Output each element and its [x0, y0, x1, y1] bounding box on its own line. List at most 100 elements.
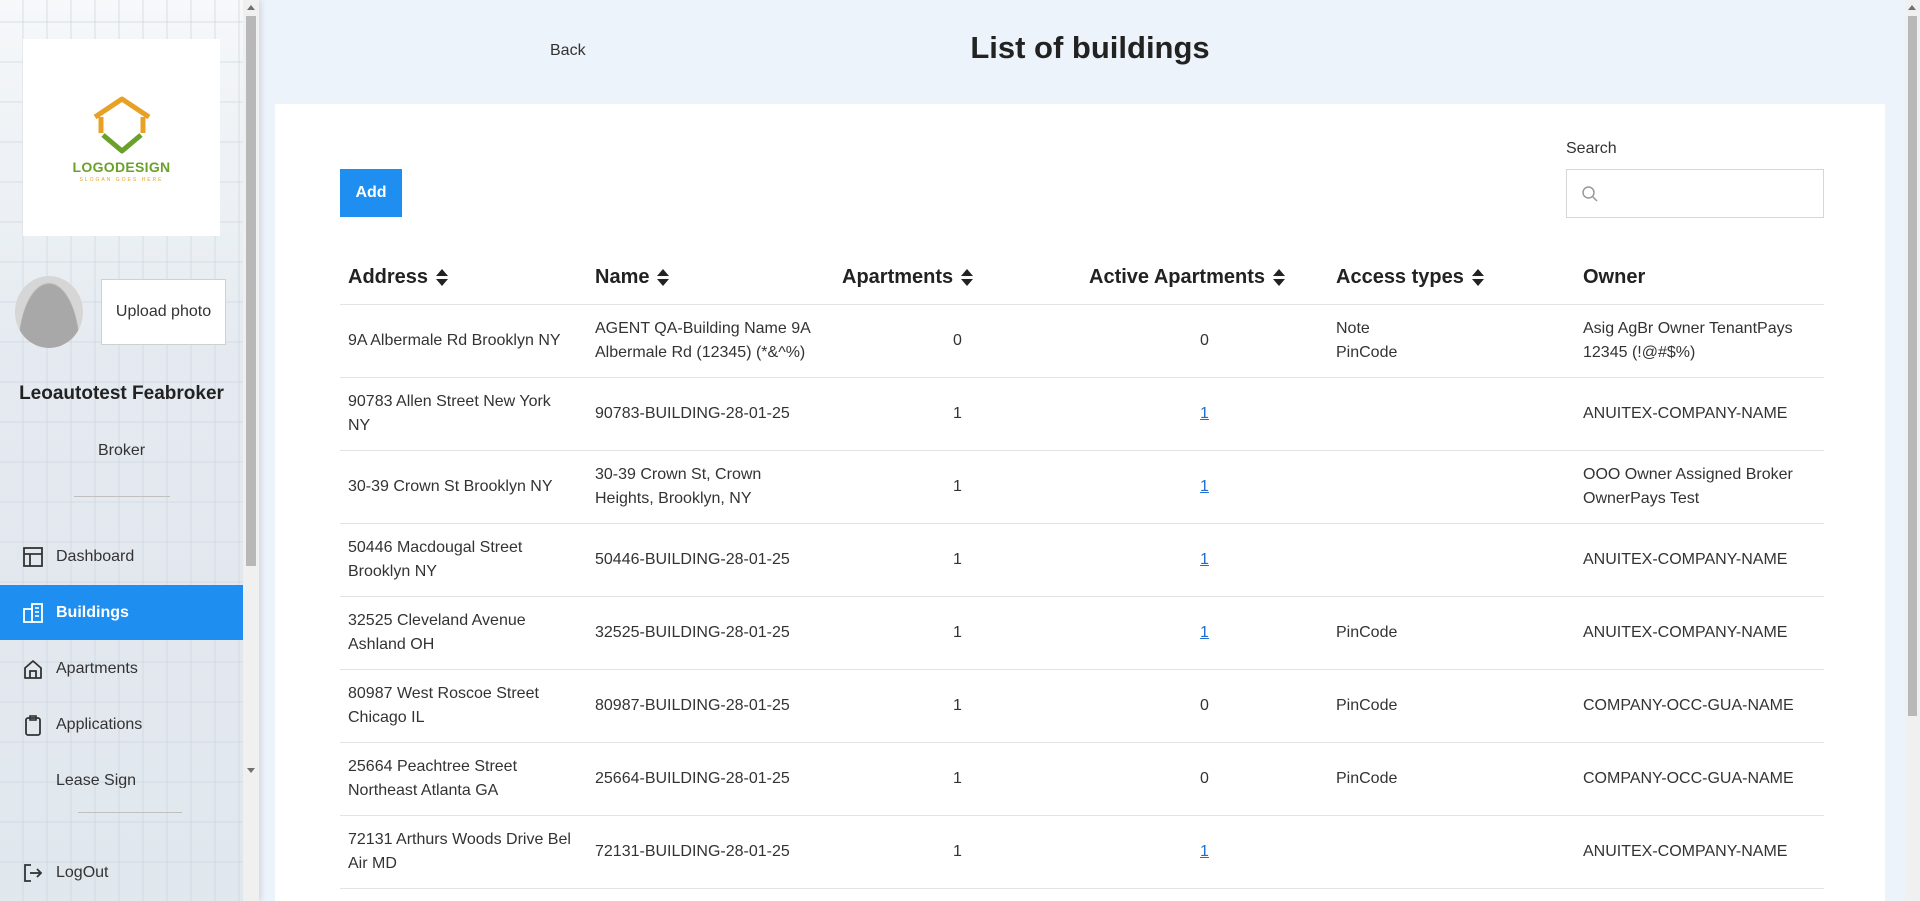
table-row[interactable]: 30-39 Crown St Brooklyn NY 30-39 Crown St…	[340, 450, 1824, 524]
column-label: Name	[595, 266, 650, 289]
table-row[interactable]: 72131 Arthurs Woods Drive Bel Air MD 7213…	[340, 815, 1824, 889]
cell-address: 32525 Cleveland Avenue Ashland OH	[340, 596, 587, 670]
cell-active-apartments: 1	[1081, 377, 1328, 451]
logo-tagline: SLOGAN GOES HERE	[79, 176, 164, 183]
cell-apartments: 1	[834, 523, 1081, 597]
cell-access-types	[1328, 815, 1575, 889]
cell-address: 80987 West Roscoe Street Chicago IL	[340, 669, 587, 743]
cell-name: 90783-BUILDING-28-01-25	[587, 377, 834, 451]
column-header-name[interactable]: Name	[587, 252, 834, 305]
access-type: PinCode	[1336, 769, 1398, 787]
cell-apartments: 1	[834, 450, 1081, 524]
sidebar-item-lease-sign[interactable]: Lease Sign	[0, 752, 243, 788]
cell-address: 50446 Macdougal Street Brooklyn NY	[340, 523, 587, 597]
search-icon	[1582, 185, 1598, 202]
cell-apartments: 0	[834, 304, 1081, 378]
scroll-down-arrow-icon[interactable]	[247, 768, 255, 773]
active-apartments-link[interactable]: 1	[1200, 624, 1209, 641]
house-logo-icon	[93, 96, 150, 153]
scroll-up-arrow-icon[interactable]	[1908, 5, 1916, 10]
sort-icon[interactable]	[1471, 268, 1484, 287]
sidebar-item-label: Buildings	[56, 603, 129, 621]
cell-owner: ANUITEX-COMPANY-NAME	[1575, 377, 1824, 451]
logout-icon	[24, 863, 43, 882]
page-title: List of buildings	[970, 30, 1210, 65]
sidebar-item-dashboard[interactable]: Dashboard	[0, 529, 243, 584]
cell-address: 90783 Allen Street New York NY	[340, 377, 587, 451]
add-button[interactable]: Add	[340, 169, 402, 217]
column-header-active-apartments[interactable]: Active Apartments	[1081, 252, 1328, 305]
sort-icon[interactable]	[961, 268, 974, 287]
cell-access-types	[1328, 377, 1575, 451]
logout-button[interactable]: LogOut	[0, 845, 243, 900]
cell-address: 30-39 Crown St Brooklyn NY	[340, 450, 587, 524]
active-apartments-link[interactable]: 1	[1200, 843, 1209, 860]
cell-owner: COMPANY-OCC-GUA-NAME	[1575, 669, 1824, 743]
search-field[interactable]	[1566, 169, 1824, 218]
cell-apartments: 1	[834, 596, 1081, 670]
cell-access-types: PinCode	[1328, 596, 1575, 670]
buildings-icon	[23, 602, 43, 623]
sidebar-item-label: Apartments	[56, 659, 138, 677]
cell-active-apartments: 1	[1081, 596, 1328, 670]
cell-name: 80987-BUILDING-28-01-25	[587, 669, 834, 743]
column-header-access-types[interactable]: Access types	[1328, 252, 1575, 305]
cell-name: 25664-BUILDING-28-01-25	[587, 742, 834, 816]
column-header-address[interactable]: Address	[340, 252, 587, 305]
sort-icon[interactable]	[1272, 268, 1285, 287]
cell-name: 50446-BUILDING-28-01-25	[587, 523, 834, 597]
sidebar-item-applications[interactable]: Applications	[0, 697, 243, 752]
user-role: Broker	[97, 442, 146, 459]
page-scrollbar[interactable]	[1905, 0, 1920, 901]
buildings-card: Add Search Address Name Apartments Activ…	[275, 104, 1885, 901]
column-label: Address	[348, 266, 429, 289]
column-label: Access types	[1336, 266, 1464, 289]
cell-access-types	[1328, 523, 1575, 597]
cell-access-types	[1328, 450, 1575, 524]
cell-name: 32525-BUILDING-28-01-25	[587, 596, 834, 670]
cell-owner: ANUITEX-COMPANY-NAME	[1575, 596, 1824, 670]
cell-name: AGENT QA-Building Name 9A Albermale Rd (…	[587, 304, 834, 378]
column-header-apartments[interactable]: Apartments	[834, 252, 1081, 305]
sort-icon[interactable]	[436, 268, 449, 287]
active-apartments-value: 0	[1200, 696, 1209, 714]
active-apartments-link[interactable]: 1	[1200, 551, 1209, 568]
buildings-table: Address Name Apartments Active Apartment…	[340, 252, 1824, 889]
table-row[interactable]: 90783 Allen Street New York NY 90783-BUIL…	[340, 377, 1824, 451]
clipboard-icon	[25, 714, 41, 736]
sidebar-divider	[74, 496, 170, 497]
sidebar-item-buildings[interactable]: Buildings	[0, 585, 243, 640]
active-apartments-link[interactable]: 1	[1200, 405, 1209, 422]
scrollbar-thumb[interactable]	[1908, 16, 1917, 716]
table-row[interactable]: 80987 West Roscoe Street Chicago IL 80987…	[340, 669, 1824, 743]
access-type: PinCode	[1336, 343, 1398, 361]
sidebar-scrollbar[interactable]	[243, 0, 259, 901]
cell-access-types: PinCode	[1328, 669, 1575, 743]
cell-access-types: Note PinCode	[1328, 304, 1575, 378]
cell-apartments: 1	[834, 815, 1081, 889]
sort-icon[interactable]	[657, 268, 670, 287]
cell-name: 72131-BUILDING-28-01-25	[587, 815, 834, 889]
cell-apartments: 1	[834, 742, 1081, 816]
scrollbar-thumb[interactable]	[246, 16, 256, 566]
cell-active-apartments: 0	[1081, 669, 1328, 743]
scroll-up-arrow-icon[interactable]	[247, 5, 255, 10]
cell-access-types: PinCode	[1328, 742, 1575, 816]
table-row[interactable]: 25664 Peachtree Street Northeast Atlanta…	[340, 742, 1824, 816]
cell-owner: ANUITEX-COMPANY-NAME	[1575, 523, 1824, 597]
table-row[interactable]: 32525 Cleveland Avenue Ashland OH 32525-B…	[340, 596, 1824, 670]
table-row[interactable]: 50446 Macdougal Street Brooklyn NY 50446-…	[340, 523, 1824, 597]
access-type: PinCode	[1336, 623, 1398, 641]
table-row[interactable]: 9A Albermale Rd Brooklyn NY AGENT QA-Buil…	[340, 304, 1824, 378]
avatar	[15, 276, 83, 348]
search-label: Search	[1566, 140, 1617, 157]
upload-photo-button[interactable]: Upload photo	[101, 279, 226, 345]
active-apartments-link[interactable]: 1	[1200, 478, 1209, 495]
sidebar-item-label: Lease Sign	[56, 772, 137, 788]
sidebar-divider	[78, 812, 182, 813]
table-header-row: Address Name Apartments Active Apartment…	[340, 252, 1824, 305]
sidebar-item-apartments[interactable]: Apartments	[0, 641, 243, 696]
column-label: Owner	[1583, 266, 1646, 289]
search-input[interactable]	[1609, 184, 1819, 203]
active-apartments-value: 0	[1200, 769, 1209, 787]
